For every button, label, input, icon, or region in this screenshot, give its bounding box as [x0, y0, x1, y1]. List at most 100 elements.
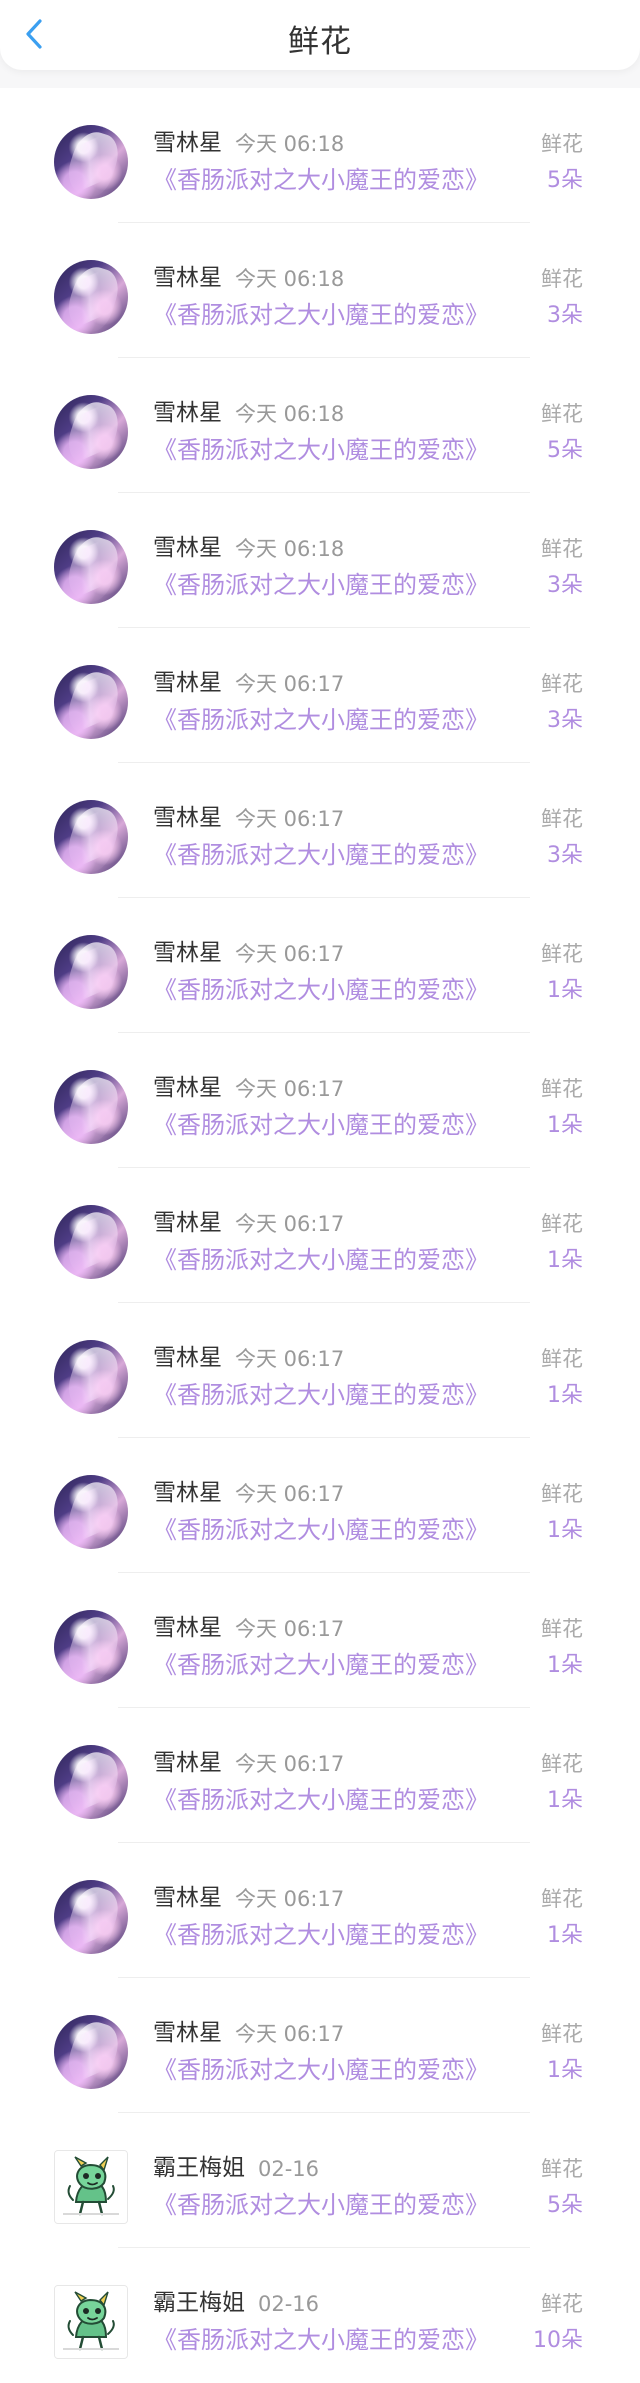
gift-type: 鲜花 [541, 2022, 583, 2046]
user-name[interactable]: 雪林星 [153, 1344, 222, 1372]
avatar[interactable] [54, 1610, 128, 1684]
gift-type: 鲜花 [541, 2292, 583, 2316]
user-name[interactable]: 雪林星 [153, 1749, 222, 1777]
time-label: 今天 06:17 [235, 807, 345, 831]
avatar[interactable] [54, 2150, 128, 2224]
book-title[interactable]: 《香肠派对之大小魔王的爱恋》 [153, 165, 489, 195]
book-title[interactable]: 《香肠派对之大小魔王的爱恋》 [153, 1650, 489, 1680]
gift-type: 鲜花 [541, 807, 583, 831]
list-item[interactable]: 雪林星 今天 06:17 《香肠派对之大小魔王的爱恋》 鲜花 1朵 [0, 1438, 640, 1573]
gift-type: 鲜花 [541, 1077, 583, 1101]
avatar[interactable] [54, 800, 128, 874]
user-name[interactable]: 雪林星 [153, 1209, 222, 1237]
list-item[interactable]: 雪林星 今天 06:17 《香肠派对之大小魔王的爱恋》 鲜花 1朵 [0, 1708, 640, 1843]
time-label: 今天 06:17 [235, 1077, 345, 1101]
book-title[interactable]: 《香肠派对之大小魔王的爱恋》 [153, 2190, 489, 2220]
avatar[interactable] [54, 935, 128, 1009]
avatar[interactable] [54, 1070, 128, 1144]
book-title[interactable]: 《香肠派对之大小魔王的爱恋》 [153, 1515, 489, 1545]
time-label: 今天 06:18 [235, 537, 345, 561]
book-title[interactable]: 《香肠派对之大小魔王的爱恋》 [153, 1245, 489, 1275]
user-name[interactable]: 雪林星 [153, 1074, 222, 1102]
gift-count: 5朵 [547, 438, 583, 463]
list-item[interactable]: 雪林星 今天 06:17 《香肠派对之大小魔王的爱恋》 鲜花 1朵 [0, 1033, 640, 1168]
user-name[interactable]: 雪林星 [153, 939, 222, 967]
user-name[interactable]: 雪林星 [153, 534, 222, 562]
time-label: 今天 06:18 [235, 132, 345, 156]
book-title[interactable]: 《香肠派对之大小魔王的爱恋》 [153, 705, 489, 735]
book-title[interactable]: 《香肠派对之大小魔王的爱恋》 [153, 1920, 489, 1950]
time-label: 今天 06:17 [235, 942, 345, 966]
gift-count: 3朵 [547, 843, 583, 868]
avatar[interactable] [54, 125, 128, 199]
user-name[interactable]: 霸王梅姐 [153, 2154, 245, 2182]
book-title[interactable]: 《香肠派对之大小魔王的爱恋》 [153, 975, 489, 1005]
avatar[interactable] [54, 1745, 128, 1819]
avatar[interactable] [54, 1340, 128, 1414]
avatar[interactable] [54, 2285, 128, 2359]
user-name[interactable]: 雪林星 [153, 264, 222, 292]
avatar[interactable] [54, 1880, 128, 1954]
time-label: 今天 06:17 [235, 1752, 345, 1776]
list-item[interactable]: 雪林星 今天 06:17 《香肠派对之大小魔王的爱恋》 鲜花 1朵 [0, 1978, 640, 2113]
list-item[interactable]: 雪林星 今天 06:17 《香肠派对之大小魔王的爱恋》 鲜花 1朵 [0, 898, 640, 1033]
time-label: 今天 06:17 [235, 1347, 345, 1371]
page-title: 鲜花 [288, 24, 352, 60]
book-title[interactable]: 《香肠派对之大小魔王的爱恋》 [153, 435, 489, 465]
user-name[interactable]: 雪林星 [153, 1614, 222, 1642]
list-item[interactable]: 霸王梅姐 02-16 《香肠派对之大小魔王的爱恋》 鲜花 5朵 [0, 2113, 640, 2248]
user-name[interactable]: 雪林星 [153, 1479, 222, 1507]
gift-type: 鲜花 [541, 1212, 583, 1236]
user-name[interactable]: 霸王梅姐 [153, 2289, 245, 2317]
gift-type: 鲜花 [541, 537, 583, 561]
list-item[interactable]: 雪林星 今天 06:17 《香肠派对之大小魔王的爱恋》 鲜花 1朵 [0, 1843, 640, 1978]
book-title[interactable]: 《香肠派对之大小魔王的爱恋》 [153, 2055, 489, 2085]
time-label: 今天 06:17 [235, 2022, 345, 2046]
green-dragon-icon [55, 2286, 127, 2358]
time-label: 今天 06:17 [235, 672, 345, 696]
avatar[interactable] [54, 1205, 128, 1279]
user-name[interactable]: 雪林星 [153, 2019, 222, 2047]
avatar[interactable] [54, 260, 128, 334]
avatar[interactable] [54, 2015, 128, 2089]
book-title[interactable]: 《香肠派对之大小魔王的爱恋》 [153, 840, 489, 870]
book-title[interactable]: 《香肠派对之大小魔王的爱恋》 [153, 300, 489, 330]
time-label: 今天 06:17 [235, 1212, 345, 1236]
list-item[interactable]: 雪林星 今天 06:17 《香肠派对之大小魔王的爱恋》 鲜花 3朵 [0, 628, 640, 763]
list-item[interactable]: 雪林星 今天 06:17 《香肠派对之大小魔王的爱恋》 鲜花 1朵 [0, 1573, 640, 1708]
gift-count: 1朵 [547, 1248, 583, 1273]
user-name[interactable]: 雪林星 [153, 129, 222, 157]
list-item[interactable]: 雪林星 今天 06:18 《香肠派对之大小魔王的爱恋》 鲜花 5朵 [0, 358, 640, 493]
user-name[interactable]: 雪林星 [153, 1884, 222, 1912]
avatar[interactable] [54, 665, 128, 739]
list-item[interactable]: 霸王梅姐 02-16 《香肠派对之大小魔王的爱恋》 鲜花 10朵 [0, 2248, 640, 2383]
user-name[interactable]: 雪林星 [153, 804, 222, 832]
gift-type: 鲜花 [541, 672, 583, 696]
list-item[interactable]: 雪林星 今天 06:17 《香肠派对之大小魔王的爱恋》 鲜花 3朵 [0, 763, 640, 898]
gift-count: 5朵 [547, 2193, 583, 2218]
user-name[interactable]: 雪林星 [153, 669, 222, 697]
list-item[interactable]: 雪林星 今天 06:17 《香肠派对之大小魔王的爱恋》 鲜花 1朵 [0, 1303, 640, 1438]
list-item[interactable]: 雪林星 今天 06:18 《香肠派对之大小魔王的爱恋》 鲜花 3朵 [0, 223, 640, 358]
avatar[interactable] [54, 530, 128, 604]
gift-count: 3朵 [547, 303, 583, 328]
book-title[interactable]: 《香肠派对之大小魔王的爱恋》 [153, 1110, 489, 1140]
time-label: 02-16 [258, 2292, 320, 2316]
book-title[interactable]: 《香肠派对之大小魔王的爱恋》 [153, 1785, 489, 1815]
gift-count: 5朵 [547, 168, 583, 193]
avatar[interactable] [54, 395, 128, 469]
gift-type: 鲜花 [541, 132, 583, 156]
gift-count: 10朵 [533, 2328, 583, 2353]
list-item[interactable]: 雪林星 今天 06:18 《香肠派对之大小魔王的爱恋》 鲜花 5朵 [0, 88, 640, 223]
gift-type: 鲜花 [541, 1617, 583, 1641]
gift-count: 1朵 [547, 1653, 583, 1678]
time-label: 今天 06:18 [235, 267, 345, 291]
book-title[interactable]: 《香肠派对之大小魔王的爱恋》 [153, 1380, 489, 1410]
book-title[interactable]: 《香肠派对之大小魔王的爱恋》 [153, 2325, 489, 2355]
avatar[interactable] [54, 1475, 128, 1549]
book-title[interactable]: 《香肠派对之大小魔王的爱恋》 [153, 570, 489, 600]
list-item[interactable]: 雪林星 今天 06:17 《香肠派对之大小魔王的爱恋》 鲜花 1朵 [0, 1168, 640, 1303]
flower-record-list: 雪林星 今天 06:18 《香肠派对之大小魔王的爱恋》 鲜花 5朵 雪林星 今天… [0, 88, 640, 2383]
user-name[interactable]: 雪林星 [153, 399, 222, 427]
list-item[interactable]: 雪林星 今天 06:18 《香肠派对之大小魔王的爱恋》 鲜花 3朵 [0, 493, 640, 628]
